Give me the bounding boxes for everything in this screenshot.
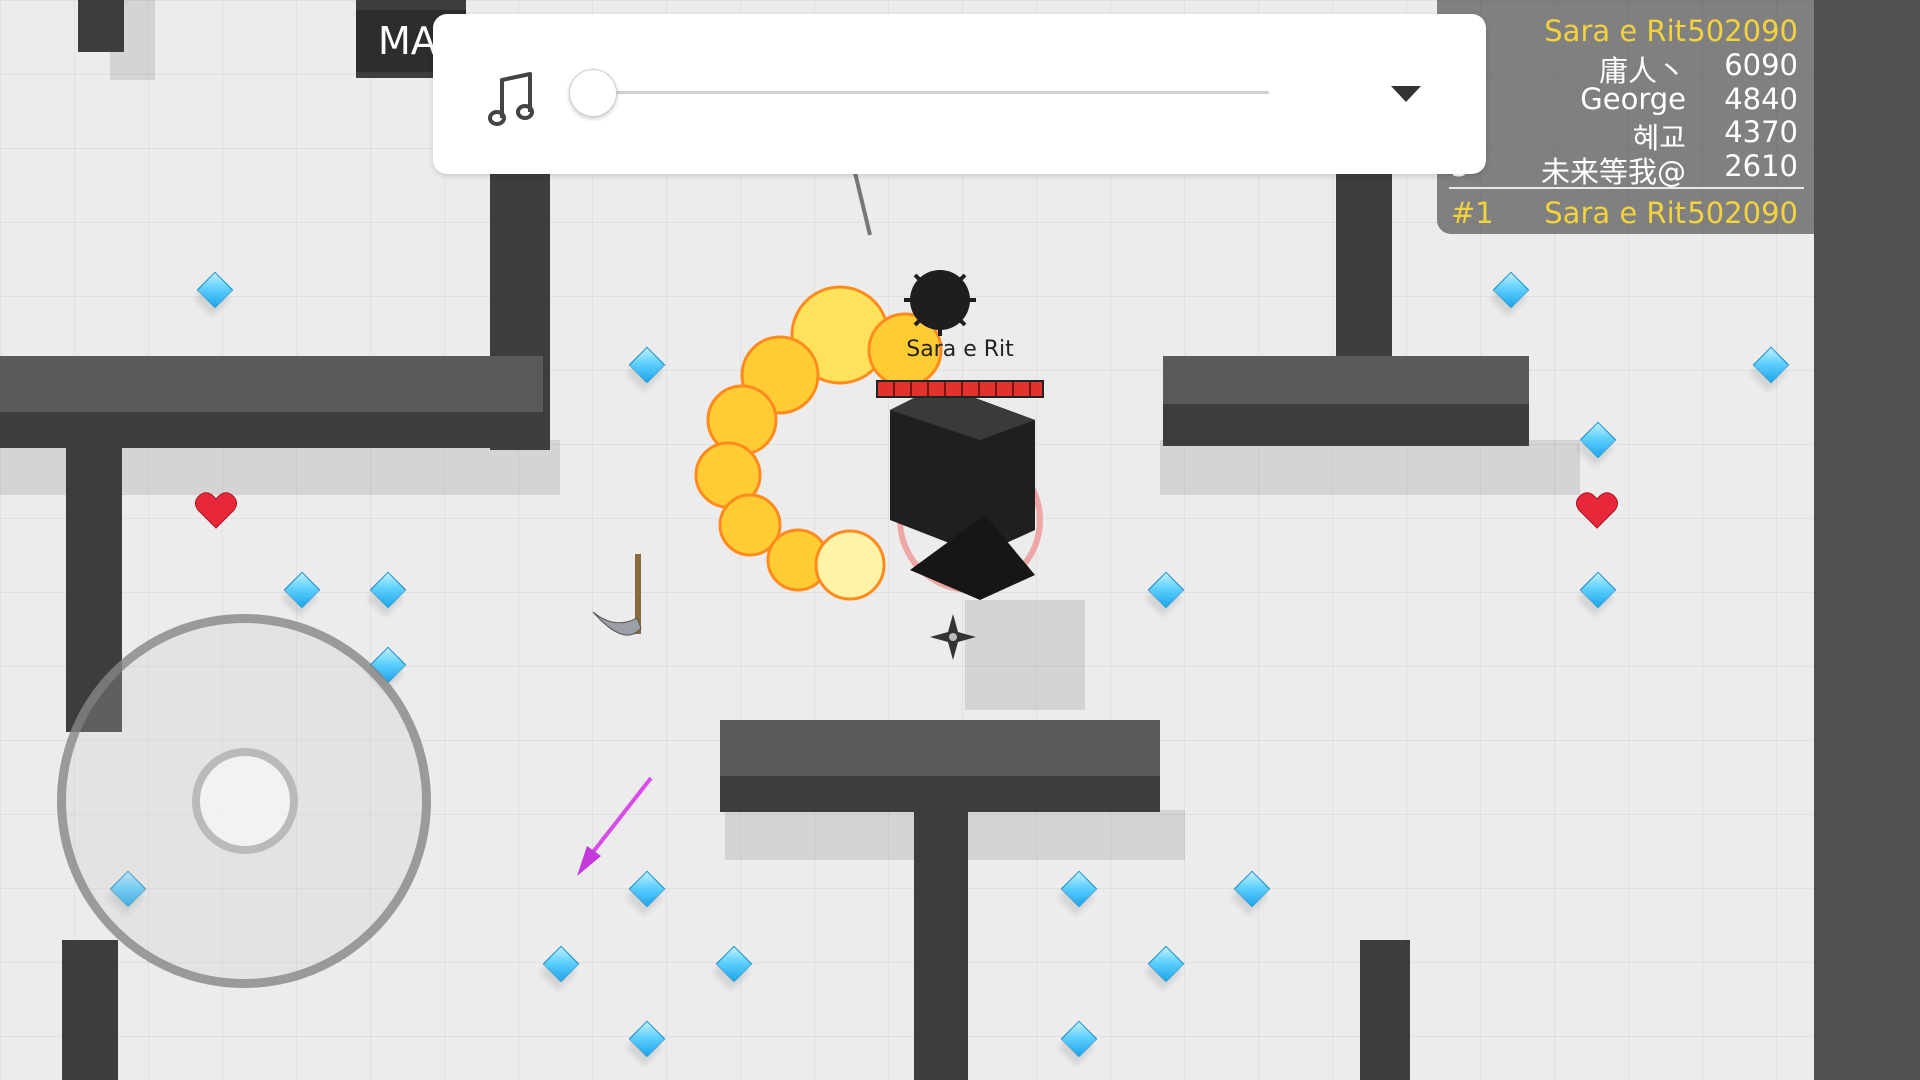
diamond-gem-icon xyxy=(628,346,666,384)
arena-edge xyxy=(1814,0,1920,1080)
heart-icon xyxy=(194,492,238,529)
wall-center-horizontal-face xyxy=(720,776,1160,812)
wall-bottom-left-stub xyxy=(62,940,118,1080)
leaderboard-row: 1 Sara e Rit 502090 xyxy=(1437,14,1814,48)
leaderboard-row: 5 未来等我@ 2610 xyxy=(1437,149,1814,189)
leaderboard-row: 2 庸人丶 6090 xyxy=(1437,48,1814,88)
wall-right-horizontal-face xyxy=(1163,404,1529,446)
leaderboard-self-rank: #1 xyxy=(1451,196,1494,230)
music-progress-track[interactable] xyxy=(593,91,1269,94)
leaderboard-name: George xyxy=(1580,82,1686,116)
diamond-gem-icon xyxy=(1233,870,1271,908)
diamond-gem-icon xyxy=(369,571,407,609)
diamond-gem-icon xyxy=(1147,571,1185,609)
leaderboard-row: 3 George 4840 xyxy=(1437,82,1814,116)
joystick-thumb[interactable] xyxy=(192,748,298,854)
leaderboard-self-row: #1 Sara e Rit 502090 xyxy=(1437,196,1814,230)
heart-icon xyxy=(1575,492,1619,529)
leaderboard-panel: 1 Sara e Rit 502090 2 庸人丶 6090 3 George … xyxy=(1437,0,1814,234)
leaderboard-name: Sara e Rit xyxy=(1544,14,1686,48)
leaderboard-score: 4840 xyxy=(1724,82,1798,116)
wall-shadow xyxy=(1160,440,1580,495)
player-character xyxy=(890,270,1043,600)
spear-weapon xyxy=(577,776,653,876)
leaderboard-score: 502090 xyxy=(1687,14,1798,48)
diamond-gem-icon xyxy=(1060,870,1098,908)
wall-right-vertical xyxy=(1336,170,1392,360)
wall-left-horizontal xyxy=(0,356,543,412)
diamond-gem-icon xyxy=(715,945,753,983)
wall-center-column xyxy=(914,812,968,1080)
chevron-down-icon[interactable] xyxy=(1391,86,1421,102)
diamond-gem-icon xyxy=(1579,571,1617,609)
wall-bottom-right-stub xyxy=(1360,940,1410,1080)
health-fill xyxy=(878,382,1042,396)
diamond-gem-icon xyxy=(628,1020,666,1058)
leaderboard-self-name: Sara e Rit xyxy=(1544,196,1686,230)
leaderboard-name: 未来等我@ xyxy=(1540,155,1686,189)
wall-right-horizontal xyxy=(1163,356,1529,404)
diamond-gem-icon xyxy=(1752,346,1790,384)
wall-center-horizontal xyxy=(720,720,1160,776)
leaderboard-score: 2610 xyxy=(1724,149,1798,183)
leaderboard-score: 6090 xyxy=(1724,48,1798,82)
diamond-gem-icon xyxy=(1060,1020,1098,1058)
scythe-weapon xyxy=(592,554,642,636)
game-arena[interactable]: Sara e Rit MAX 1 Sara e Rit 502090 2 庸人丶… xyxy=(0,0,1920,1080)
leaderboard-row: 4 혜교 4370 xyxy=(1437,115,1814,155)
player-health-bar xyxy=(876,380,1044,398)
diamond-gem-icon xyxy=(196,271,234,309)
diamond-gem-icon xyxy=(1147,945,1185,983)
leaderboard-self-score: 502090 xyxy=(1687,196,1798,230)
diamond-gem-icon xyxy=(1492,271,1530,309)
leaderboard-divider xyxy=(1449,187,1804,189)
wall-top-left-stub xyxy=(78,0,124,52)
diamond-gem-icon xyxy=(283,571,321,609)
diamond-gem-icon xyxy=(542,945,580,983)
music-note-icon[interactable] xyxy=(488,70,536,130)
player-name-label: Sara e Rit xyxy=(906,337,1014,362)
music-progress-thumb[interactable] xyxy=(569,69,617,117)
diamond-gem-icon xyxy=(1579,421,1617,459)
leaderboard-score: 4370 xyxy=(1724,115,1798,149)
music-player-panel xyxy=(433,14,1486,174)
